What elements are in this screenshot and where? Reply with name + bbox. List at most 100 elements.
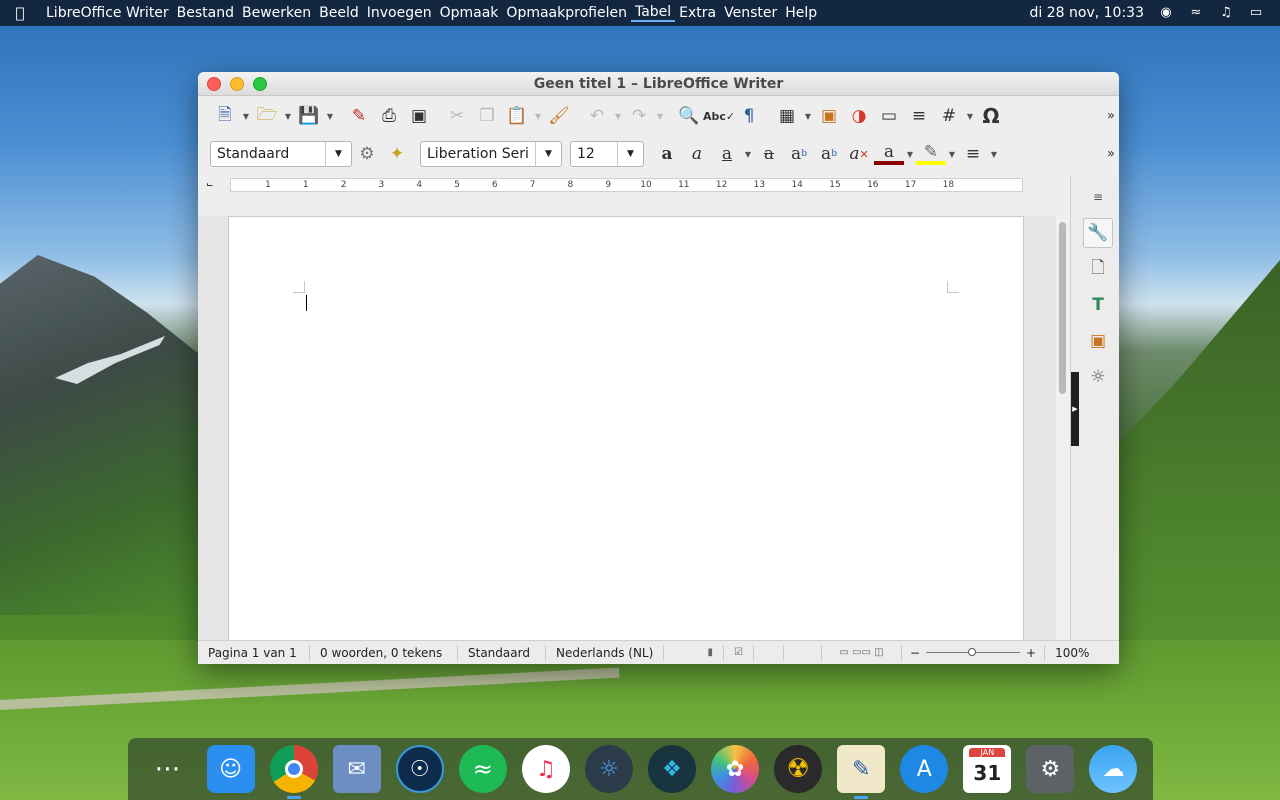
app-store-icon[interactable]: A [900,745,949,793]
highlight-color-icon[interactable]: ✎ [916,142,946,165]
maximize-button[interactable] [253,77,267,91]
kodi-icon[interactable]: ❖ [648,745,697,793]
menu-opmaakprofielen[interactable]: Opmaakprofielen [502,5,631,21]
special-character-icon[interactable]: Ω [976,103,1006,129]
font-size-dropdown-icon[interactable]: ▼ [617,142,643,166]
scrollbar-thumb[interactable] [1059,222,1066,394]
formatting-marks-icon[interactable]: ¶ [734,103,764,129]
zoom-slider[interactable] [926,648,1021,656]
calendar-icon[interactable]: JAN 31 [963,745,1012,793]
insert-image-icon[interactable]: ▣ [814,103,844,129]
zoom-percent[interactable]: 100% [1045,646,1099,660]
astro-app-icon[interactable]: ☉ [395,745,444,793]
insert-textbox-icon[interactable]: ▭ [874,103,904,129]
menu-help[interactable]: Help [781,5,821,21]
font-name-dropdown-icon[interactable]: ▼ [535,142,561,166]
status-page[interactable]: Pagina 1 van 1 [198,644,310,661]
vertical-scrollbar[interactable] [1056,216,1070,640]
insert-table-dropdown-icon[interactable]: ▼ [802,112,814,121]
browser-swirl-icon[interactable]: ☼ [584,745,633,793]
menu-tabel[interactable]: Tabel [630,4,676,22]
itunes-music-icon[interactable]: ♫ [521,745,570,793]
launchpad-grid-icon[interactable]: ⋯ [144,745,192,793]
radiation-app-icon[interactable]: ☢ [774,745,823,793]
sidebar-menu-icon[interactable]: ≡ [1083,182,1113,212]
paragraph-alignment-icon[interactable]: ≡ [958,141,988,167]
alignment-dropdown-icon[interactable]: ▼ [988,150,1000,159]
open-dropdown-icon[interactable]: ▼ [282,112,294,121]
italic-icon[interactable]: a [682,141,712,167]
superscript-icon[interactable]: ab [784,141,814,167]
toolbar-overflow-icon[interactable]: » [1107,109,1115,124]
paragraph-style-combo[interactable]: Standaard ▼ [210,141,352,167]
menu-bestand[interactable]: Bestand [173,5,238,21]
wifi-icon[interactable]: ≈ [1188,6,1204,20]
mail-bird-icon[interactable]: ✉ [332,745,381,793]
insert-field-icon[interactable]: # [934,103,964,129]
formatting-overflow-icon[interactable]: » [1107,147,1115,162]
status-word-count[interactable]: 0 woorden, 0 tekens [310,644,458,661]
menu-bewerken[interactable]: Bewerken [238,5,315,21]
new-document-dropdown-icon[interactable]: ▼ [240,112,252,121]
update-style-icon[interactable]: ⚙ [352,141,382,167]
zoom-slider-knob[interactable] [968,648,977,656]
battery-icon[interactable]: ▭ [1248,6,1264,20]
font-name-combo[interactable]: Liberation Seri ▼ [420,141,562,167]
photos-icon[interactable]: ✿ [711,745,760,793]
zoom-in-button[interactable]: + [1026,646,1036,660]
tab-stop-icon[interactable]: ⌙ [206,180,214,190]
print-preview-icon[interactable]: ▣ [404,103,434,129]
clear-formatting-icon[interactable]: a ✕ [844,141,874,167]
font-size-combo[interactable]: 12 ▼ [570,141,644,167]
navigator-compass-icon[interactable]: ☼ [1083,362,1113,392]
menu-invoegen[interactable]: Invoegen [363,5,436,21]
strikethrough-icon[interactable]: a [754,141,784,167]
save-icon[interactable]: 💾 [294,103,324,129]
redo-icon[interactable]: ↷ [624,103,654,129]
properties-wrench-icon[interactable]: 🔧 [1083,218,1113,248]
status-language[interactable]: Nederlands (NL) [546,644,664,661]
spotify-icon[interactable]: ≈ [458,745,507,793]
writer-document-icon[interactable]: ✎ [837,745,886,799]
system-settings-gear-icon[interactable]: ⚙ [1026,745,1075,793]
window-titlebar[interactable]: Geen titel 1 – LibreOffice Writer [198,72,1119,96]
volume-icon[interactable]: ♫ [1218,6,1234,20]
zoom-out-button[interactable]: − [910,646,920,660]
underline-icon[interactable]: a [712,141,742,167]
font-color-icon[interactable]: a [874,142,904,165]
find-replace-icon[interactable]: 🔍 [674,103,704,129]
spellcheck-icon[interactable]: Abc✓ [703,103,735,129]
insert-table-icon[interactable]: ▦ [772,103,802,129]
menu-extra[interactable]: Extra [675,5,720,21]
paste-icon[interactable]: 📋 [502,103,532,129]
new-document-icon[interactable]: 🗎 [210,103,240,129]
open-folder-icon[interactable]: 🗁 [252,103,282,129]
view-layout-icon[interactable]: ▭ ▭▭ ◫ [822,644,902,661]
bold-icon[interactable]: a [652,141,682,167]
apple-menu-icon[interactable]:  [0,4,40,22]
gallery-icon[interactable]: ▣ [1083,326,1113,356]
menu-app-name[interactable]: LibreOffice Writer [40,5,173,21]
close-button[interactable] [207,77,221,91]
undo-icon[interactable]: ↶ [582,103,612,129]
finder-icon[interactable]: ☺ [206,745,255,793]
insert-chart-icon[interactable]: ◑ [844,103,874,129]
underline-dropdown-icon[interactable]: ▼ [742,150,754,159]
menu-venster[interactable]: Venster [720,5,781,21]
save-dropdown-icon[interactable]: ▼ [324,112,336,121]
new-style-icon[interactable]: ✦ [382,141,412,167]
menu-beeld[interactable]: Beeld [315,5,363,21]
font-color-dropdown-icon[interactable]: ▼ [904,150,916,159]
weather-cloud-icon[interactable]: ☁ [1089,745,1138,793]
undo-dropdown-icon[interactable]: ▼ [612,112,624,121]
menubar-clock[interactable]: di 28 nov, 10:33 [1030,5,1144,21]
redo-dropdown-icon[interactable]: ▼ [654,112,666,121]
copy-icon[interactable]: ❐ [472,103,502,129]
insert-page-break-icon[interactable]: ≡ [904,103,934,129]
minimize-button[interactable] [230,77,244,91]
chrome-icon[interactable] [269,745,318,799]
sidebar-collapse-handle[interactable]: ▶ [1071,372,1079,446]
subscript-icon[interactable]: ab [814,141,844,167]
cut-icon[interactable]: ✂ [442,103,472,129]
page-icon[interactable]: 🗋 [1083,254,1113,284]
